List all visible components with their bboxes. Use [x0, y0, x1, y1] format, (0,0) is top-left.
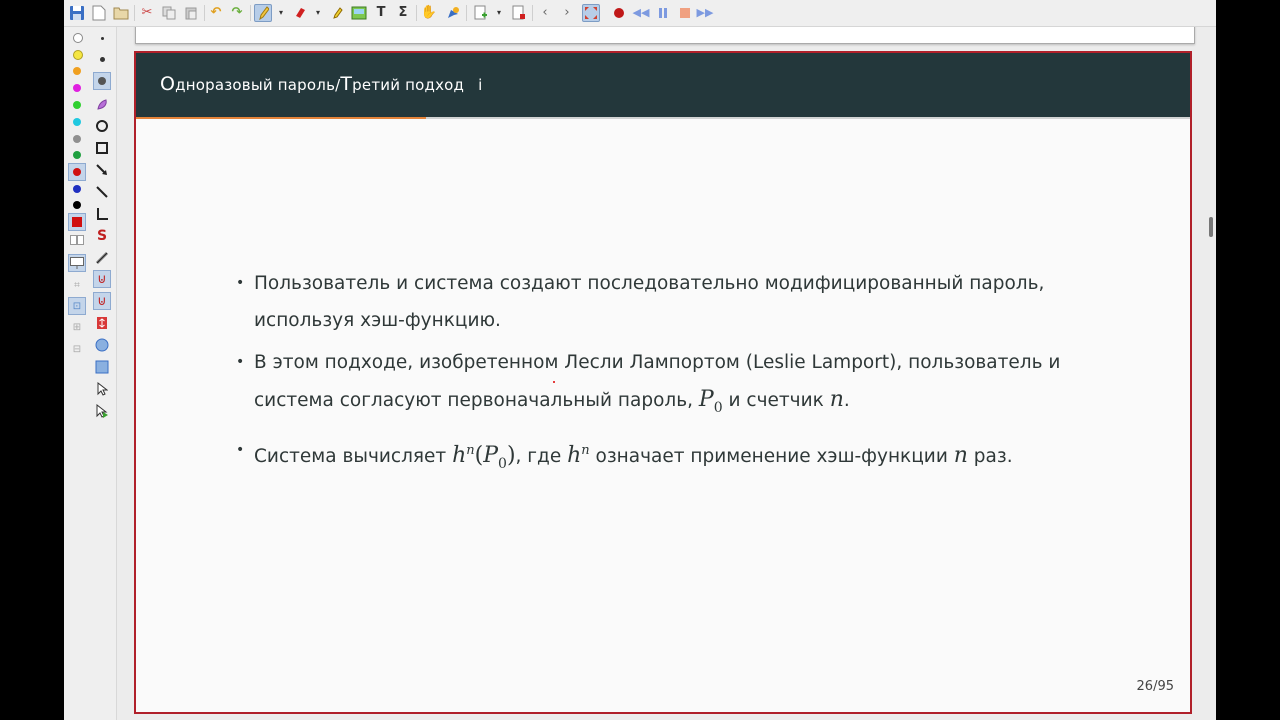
pen-cursor-dot [553, 381, 555, 383]
magnet-grid-icon[interactable]: ⊍ [94, 293, 110, 309]
slide-continuation-mark: i [478, 76, 483, 94]
zoom-fit-icon[interactable]: ⊡ [69, 298, 85, 314]
hand-icon[interactable]: ✋ [420, 4, 438, 22]
bullet-text: Пользователь и система создают последова… [254, 273, 1045, 331]
fullscreen-icon[interactable] [582, 4, 600, 22]
eraser-dropdown-icon[interactable]: ▾ [314, 4, 322, 22]
save-icon[interactable] [68, 4, 86, 22]
color-orange-icon[interactable] [73, 67, 81, 75]
fast-forward-icon[interactable]: ▶▶ [696, 4, 714, 22]
bullet-item-3: • Система вычисляет hn(P0), где hn означ… [236, 432, 1136, 483]
color-yellow-icon[interactable] [73, 50, 83, 60]
frame-title-bar: Одноразовый пароль/Третий подход i [136, 53, 1190, 117]
color-darkgreen-icon[interactable] [73, 151, 81, 159]
math-P0: P0 [698, 387, 723, 416]
slide-progress-bar [136, 117, 426, 119]
vertical-scrollbar[interactable] [1206, 27, 1216, 720]
math-n: n [829, 387, 844, 412]
stop-icon[interactable] [676, 4, 694, 22]
bullet-item-2: • В этом подходе, изобретенном Лесли Лам… [236, 344, 1136, 427]
ellipse-select-icon[interactable] [94, 337, 110, 353]
page-number: 26/95 [1136, 679, 1174, 694]
redo-icon[interactable]: ↷ [228, 4, 246, 22]
line-tool-icon[interactable] [94, 184, 110, 200]
arrow-tool-icon[interactable] [94, 162, 110, 178]
pointer-select-icon[interactable] [94, 381, 110, 397]
fill-color-icon[interactable] [72, 217, 82, 227]
size-tiny-icon[interactable] [101, 37, 104, 40]
zoom-in-icon[interactable]: ⊞ [69, 319, 85, 335]
size-medium-icon[interactable] [98, 77, 106, 85]
text-icon[interactable]: T [372, 4, 390, 22]
bullet-marker: • [236, 442, 245, 458]
bullet-marker: • [236, 275, 245, 291]
select-icon[interactable] [444, 4, 462, 22]
math-hn-P0: hn(P0) [452, 443, 516, 472]
circle-tool-icon[interactable] [94, 118, 110, 134]
image-icon[interactable] [350, 4, 368, 22]
bullet-list: • Пользователь и система создают последо… [236, 265, 1136, 488]
xournal-window: ✂ ↶ ↷ ▾ ▾ T Σ ✋ ▾ ‹ › ◀◀ ▶▶ ⌗ ⊡ ⊞ ⊟ S ⊍ … [64, 0, 1216, 720]
color-blue-icon[interactable] [73, 185, 81, 193]
prev-page-icon[interactable]: ‹ [536, 4, 554, 22]
axis-tool-icon[interactable] [94, 206, 110, 222]
bullet-marker: • [236, 354, 245, 370]
color-white-icon[interactable] [73, 33, 83, 43]
current-page-slide[interactable]: Одноразовый пароль/Третий подход i • Поль… [134, 51, 1192, 714]
highlighter-icon[interactable] [328, 4, 346, 22]
next-page-icon[interactable]: › [558, 4, 576, 22]
math-icon[interactable]: Σ [394, 4, 412, 22]
undo-icon[interactable]: ↶ [207, 4, 225, 22]
lasso-icon[interactable] [94, 96, 110, 112]
previous-page [135, 27, 1195, 44]
pen-dropdown-icon[interactable]: ▾ [277, 4, 285, 22]
new-icon[interactable] [90, 4, 108, 22]
add-page-dropdown-icon[interactable]: ▾ [495, 4, 503, 22]
play-object-icon[interactable] [94, 403, 110, 419]
delete-page-icon[interactable] [510, 4, 528, 22]
rewind-icon[interactable]: ◀◀ [632, 4, 650, 22]
open-icon[interactable] [112, 4, 130, 22]
vertical-space-icon[interactable] [94, 315, 110, 331]
magnet-icon[interactable]: ⊍ [94, 271, 110, 287]
pen-icon[interactable] [254, 4, 272, 22]
bullet-item-1: • Пользователь и система создают последо… [236, 265, 1136, 339]
rectangle-tool-icon[interactable] [94, 140, 110, 156]
color-magenta-icon[interactable] [73, 84, 81, 92]
spline-tool-icon[interactable]: S [94, 228, 110, 244]
add-page-icon[interactable] [472, 4, 490, 22]
size-small-icon[interactable] [100, 57, 105, 62]
presentation-icon[interactable] [69, 255, 85, 271]
color-black-icon[interactable] [73, 201, 81, 209]
color-cyan-icon[interactable] [73, 118, 81, 126]
toolbar: ✂ ↶ ↷ ▾ ▾ T Σ ✋ ▾ ‹ › ◀◀ ▶▶ [64, 0, 1216, 27]
scrollbar-thumb[interactable] [1209, 217, 1213, 237]
two-pages-icon[interactable] [69, 232, 85, 248]
cut-icon[interactable]: ✂ [138, 4, 156, 22]
bullet-text: В этом подходе, изобретенном Лесли Лампо… [254, 352, 1061, 411]
ruler-tool-icon[interactable] [94, 250, 110, 266]
pause-icon[interactable] [654, 4, 672, 22]
tool-palette: ⌗ ⊡ ⊞ ⊟ S ⊍ ⊍ [64, 27, 117, 720]
rect-select-icon[interactable] [94, 359, 110, 375]
record-icon[interactable] [610, 4, 628, 22]
color-red-icon[interactable] [73, 168, 81, 176]
copy-icon[interactable] [160, 4, 178, 22]
paste-icon[interactable] [182, 4, 200, 22]
crop-icon[interactable]: ⌗ [69, 277, 85, 293]
math-hn: hn [567, 443, 590, 468]
slide-title: Одноразовый пароль/Третий подход i [160, 73, 483, 95]
color-green-icon[interactable] [73, 101, 81, 109]
document-area[interactable]: Одноразовый пароль/Третий подход i • Поль… [117, 27, 1205, 720]
color-gray-icon[interactable] [73, 135, 81, 143]
zoom-out-icon[interactable]: ⊟ [69, 341, 85, 357]
eraser-icon[interactable] [291, 4, 309, 22]
math-n: n [953, 443, 968, 468]
